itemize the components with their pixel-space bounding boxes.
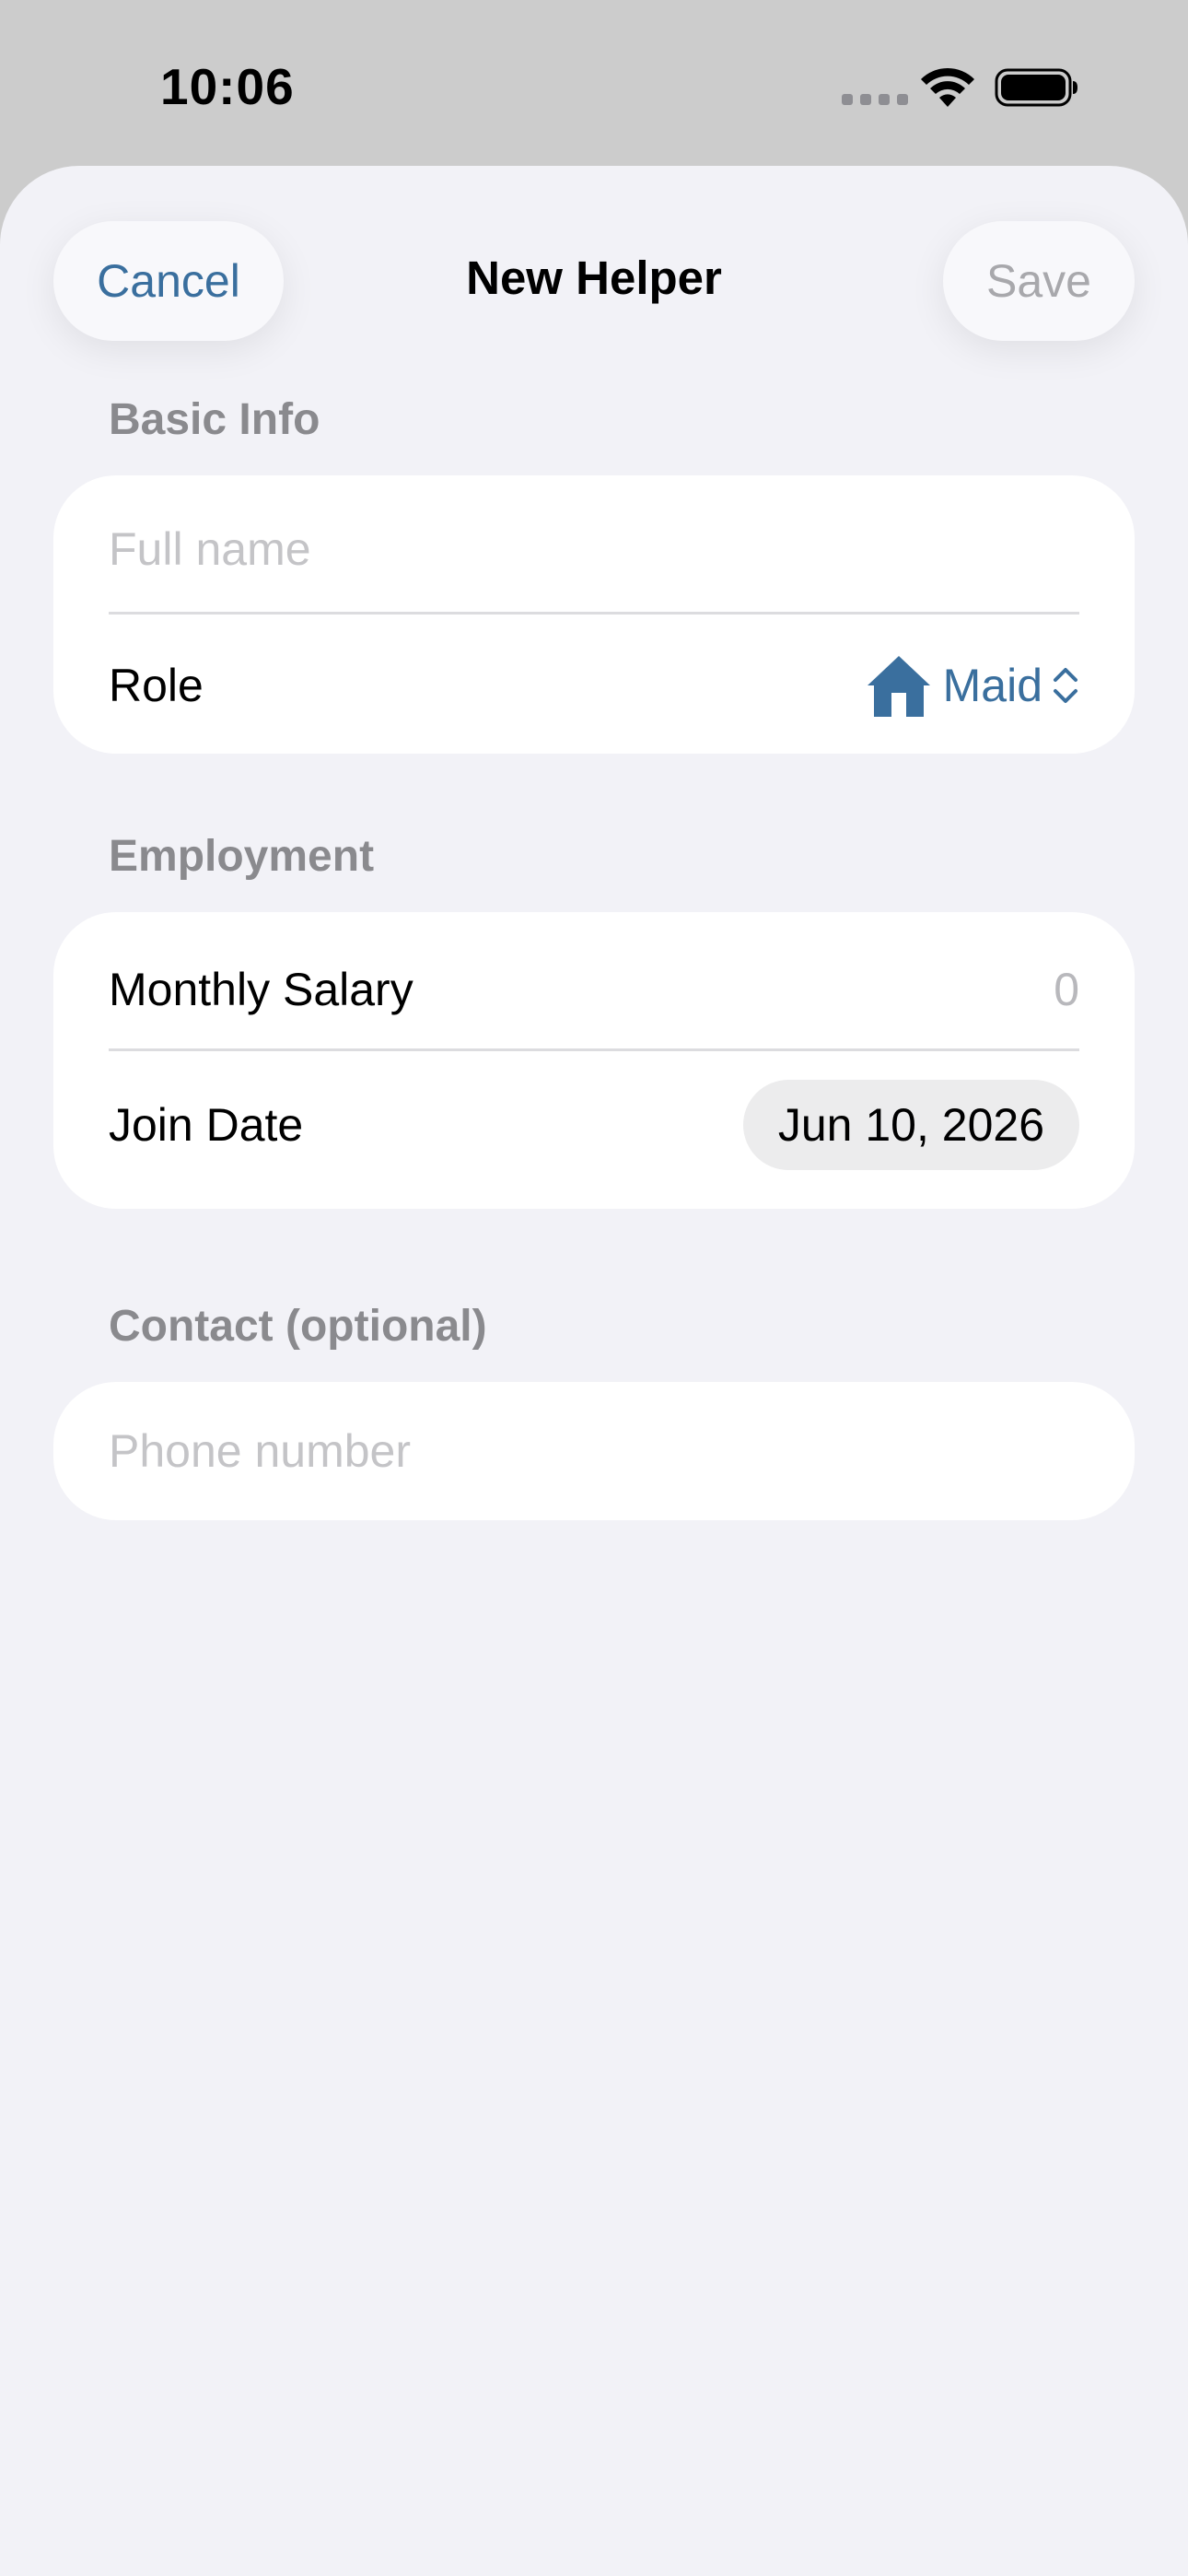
employment-card: Monthly Salary 0 Join Date Jun 10, 2026 xyxy=(53,912,1135,1209)
section-header-employment: Employment xyxy=(109,832,375,881)
battery-full-icon xyxy=(995,68,1077,107)
monthly-salary-label: Monthly Salary xyxy=(109,964,413,1015)
role-label: Role xyxy=(109,660,204,711)
monthly-salary-row: Monthly Salary 0 xyxy=(109,943,1079,1036)
role-row: Role Maid xyxy=(109,639,1079,732)
status-bar: 10:06 xyxy=(0,0,1188,166)
contact-card: Phone number xyxy=(53,1382,1135,1520)
full-name-field[interactable]: Full name xyxy=(109,503,1079,595)
house-icon xyxy=(867,656,930,717)
monthly-salary-input[interactable]: 0 xyxy=(1054,963,1079,1016)
divider xyxy=(109,612,1079,615)
join-date-picker[interactable]: Jun 10, 2026 xyxy=(742,1080,1079,1170)
phone-number-placeholder: Phone number xyxy=(109,1425,412,1477)
chevron-up-down-icon xyxy=(1054,668,1077,703)
section-header-basic-info: Basic Info xyxy=(109,395,320,444)
role-value: Maid xyxy=(942,660,1042,711)
new-helper-sheet: Cancel New Helper Save Basic Info Full n… xyxy=(0,166,1188,2576)
role-picker[interactable]: Maid xyxy=(864,652,1079,719)
save-button[interactable]: Save xyxy=(943,221,1135,341)
full-name-placeholder: Full name xyxy=(109,523,311,575)
phone-number-field[interactable]: Phone number xyxy=(109,1405,1079,1497)
basic-info-card: Full name Role Maid xyxy=(53,475,1135,754)
divider xyxy=(109,1048,1079,1051)
wifi-icon xyxy=(921,67,974,107)
join-date-row: Join Date Jun 10, 2026 xyxy=(109,1074,1079,1176)
section-header-contact: Contact (optional) xyxy=(109,1302,487,1351)
join-date-label: Join Date xyxy=(109,1099,304,1151)
cellular-signal-icon xyxy=(842,94,908,105)
status-time: 10:06 xyxy=(160,58,295,115)
